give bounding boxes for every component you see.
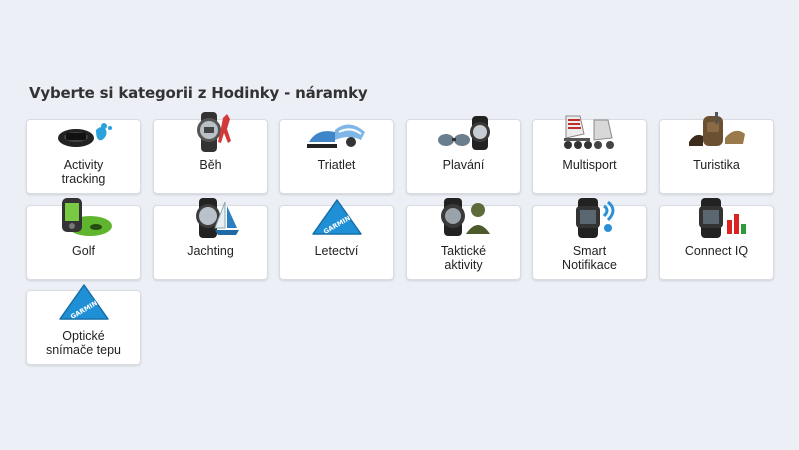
category-opticke-snimace-tepu[interactable]: GARMIN Optické snímače tepu — [26, 284, 141, 365]
swimming-goggles-icon — [432, 112, 496, 152]
category-label: Letectví — [314, 244, 359, 258]
tactical-watch-icon — [432, 198, 496, 238]
smart-watch-icon — [558, 198, 622, 238]
golf-device-icon — [52, 198, 116, 238]
category-activity-tracking[interactable]: Activity tracking — [26, 119, 141, 194]
category-label: Golf — [72, 244, 95, 258]
skates-icon — [558, 112, 622, 152]
category-plavani[interactable]: Plavání — [406, 116, 521, 194]
category-letectvi[interactable]: GARMIN Letectví — [279, 199, 394, 280]
category-jachting[interactable]: Jachting — [153, 198, 268, 280]
category-triatlet[interactable]: Triatlet — [279, 119, 394, 194]
category-multisport[interactable]: Multisport — [532, 115, 647, 194]
page-heading: Vyberte si kategorii z Hodinky - náramky — [29, 84, 368, 102]
category-connect-iq[interactable]: Connect IQ — [659, 198, 774, 280]
garmin-triangle-icon: GARMIN — [305, 198, 369, 238]
category-label: Triatlet — [317, 158, 356, 172]
hiking-backpack-icon — [685, 112, 749, 152]
category-turistika[interactable]: Turistika — [659, 112, 774, 194]
category-label: Connect IQ — [684, 244, 749, 258]
category-label: Běh — [199, 158, 222, 172]
category-label: Plavání — [442, 158, 485, 172]
category-label: Taktické aktivity — [440, 244, 487, 272]
sailing-watch-icon — [179, 198, 243, 238]
category-label: Jachting — [187, 244, 234, 258]
triathlon-gear-icon — [305, 112, 369, 152]
category-golf[interactable]: Golf — [26, 198, 141, 280]
connect-iq-watch-icon — [685, 198, 749, 238]
activity-band-icon — [52, 112, 116, 152]
garmin-triangle-icon: GARMIN — [52, 283, 116, 323]
category-takticke-aktivity[interactable]: Taktické aktivity — [406, 198, 521, 280]
category-beh[interactable]: Běh — [153, 112, 268, 194]
category-label: Optické snímače tepu — [45, 329, 122, 357]
category-smart-notifikace[interactable]: Smart Notifikace — [532, 198, 647, 280]
category-label: Multisport — [562, 158, 617, 172]
category-label: Activity tracking — [61, 158, 106, 186]
category-label: Turistika — [693, 158, 740, 172]
category-label: Smart Notifikace — [562, 244, 617, 272]
running-watch-icon — [179, 112, 243, 152]
